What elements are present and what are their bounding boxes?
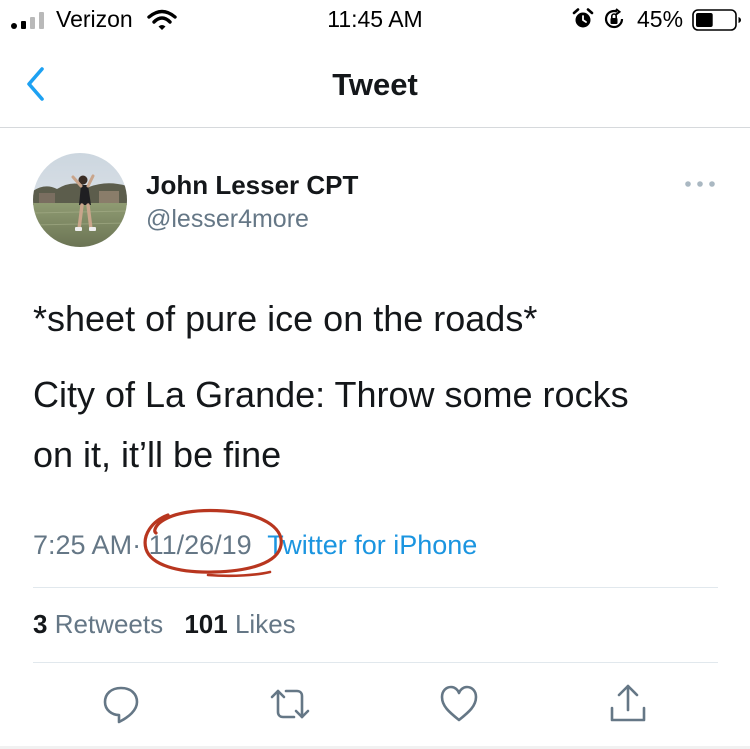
orientation-lock-icon (604, 8, 624, 29)
avatar[interactable] (33, 153, 127, 247)
like-button[interactable] (437, 682, 481, 726)
share-button[interactable] (606, 682, 650, 726)
tweet-date: 11/26/19 (148, 530, 252, 560)
meta-separator: · (132, 530, 142, 560)
likes-stat[interactable]: 101 Likes (184, 609, 295, 639)
tweet-stats: 3 Retweets 101 Likes (33, 609, 296, 640)
retweets-stat[interactable]: 3 Retweets (33, 609, 163, 639)
more-options-button[interactable] (682, 172, 718, 196)
more-icon (685, 181, 715, 187)
tweet-meta: 7:25 AM· 11/26/19 Twitter for iPhone (33, 530, 477, 561)
retweet-icon (270, 689, 310, 719)
nav-bar: Tweet (0, 40, 750, 128)
chevron-left-icon (27, 67, 44, 101)
tweet-text-line: on it, it’ll be fine (33, 434, 282, 475)
battery-percent: 45% (637, 6, 684, 32)
author-display-name[interactable]: John Lesser CPT (146, 170, 358, 201)
likes-label: Likes (234, 609, 296, 639)
battery-icon (692, 9, 741, 31)
tweet-source-link[interactable]: Twitter for iPhone (267, 530, 477, 560)
divider (33, 587, 718, 588)
likes-count: 101 (184, 609, 228, 639)
tweet-time: 7:25 AM (33, 530, 133, 560)
tweet-text-line: *sheet of pure ice on the roads* (33, 298, 538, 339)
back-button[interactable] (20, 62, 54, 106)
like-icon (440, 685, 478, 722)
page-title: Tweet (332, 67, 418, 102)
share-icon (610, 684, 646, 722)
reply-button[interactable] (99, 682, 143, 726)
reply-icon (103, 686, 139, 724)
retweets-label: Retweets (54, 609, 164, 639)
status-bar: Verizon 11:45 AM 45% (0, 0, 750, 40)
wifi-icon (147, 9, 177, 30)
retweets-count: 3 (33, 609, 48, 639)
alarm-icon (572, 8, 594, 28)
divider (33, 662, 718, 663)
author-handle[interactable]: @lesser4more (146, 205, 309, 234)
signal-icon (11, 12, 44, 29)
tweet-text-line: City of La Grande: Throw some rocks (33, 374, 629, 415)
retweet-button[interactable] (268, 682, 312, 726)
carrier-name: Verizon (56, 6, 133, 32)
status-time: 11:45 AM (327, 6, 423, 32)
